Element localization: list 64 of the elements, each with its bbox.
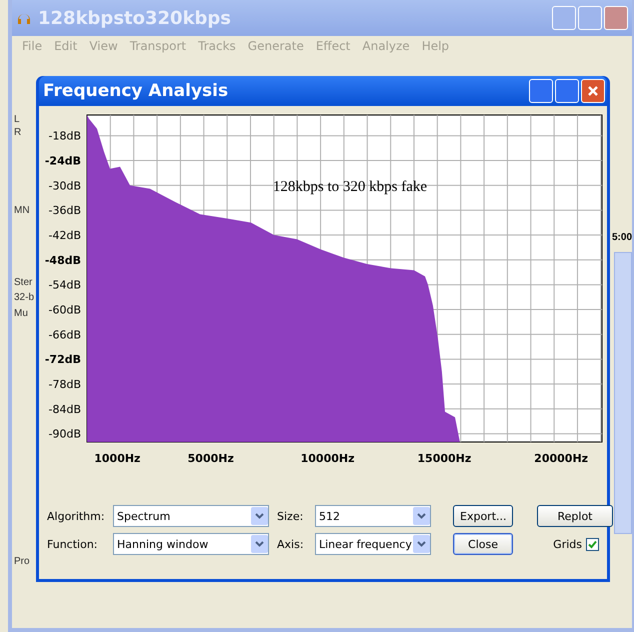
close-button[interactable] xyxy=(581,79,605,103)
caret-icon xyxy=(255,541,264,547)
maximize-button[interactable] xyxy=(578,6,602,30)
x-tick-label: 20000Hz xyxy=(534,452,588,465)
y-tick-label: -48dB xyxy=(44,254,81,267)
field-label: Algorithm: xyxy=(47,510,105,522)
y-tick-label: -54dB xyxy=(48,278,81,292)
minimize-button[interactable] xyxy=(529,79,553,103)
dropdown-field[interactable]: Hanning window xyxy=(113,533,269,555)
caret-icon xyxy=(417,541,426,547)
minimize-button[interactable] xyxy=(552,6,576,30)
close-button[interactable]: Close xyxy=(453,533,513,555)
grids-checkbox[interactable] xyxy=(586,538,599,550)
menu-item[interactable]: View xyxy=(83,39,124,53)
menu-item[interactable]: Analyze xyxy=(356,39,416,53)
menu-item[interactable]: Help xyxy=(416,39,456,53)
maximize-button[interactable] xyxy=(555,79,579,103)
export-button[interactable]: Export... xyxy=(453,505,513,527)
x-tick-label: 10000Hz xyxy=(300,452,354,465)
menu-item[interactable]: Tracks xyxy=(192,39,242,53)
field-label: Axis: xyxy=(277,538,305,550)
timeline-label: 5:00 xyxy=(612,232,632,244)
track-label: R xyxy=(14,127,22,139)
y-tick-label: -18dB xyxy=(48,130,81,143)
y-tick-label: -30dB xyxy=(48,179,81,192)
track-label: Mu xyxy=(14,308,28,320)
field-label: Size: xyxy=(277,510,304,522)
window-title: 128kbpsto320kbps xyxy=(38,8,232,28)
close-button[interactable] xyxy=(604,6,628,30)
menu-item[interactable]: Effect xyxy=(310,39,356,53)
dropdown-field[interactable]: 512 xyxy=(315,505,431,527)
track-label: MN xyxy=(14,205,30,217)
close-icon xyxy=(587,85,599,97)
y-tick-label: -66dB xyxy=(48,328,81,342)
track-label: Pro xyxy=(14,556,30,568)
field-label: Function: xyxy=(47,538,98,550)
dialog-title: Frequency Analysis xyxy=(43,81,228,101)
y-tick-label: -84dB xyxy=(48,402,81,416)
menu-item[interactable]: Generate xyxy=(242,39,310,53)
track-label: Ster xyxy=(14,277,32,289)
y-tick-label: -60dB xyxy=(48,304,81,317)
menu-item[interactable]: Transport xyxy=(124,39,192,53)
y-tick-label: -42dB xyxy=(48,229,81,242)
menu-item[interactable]: File xyxy=(16,39,48,53)
x-tick-label: 5000Hz xyxy=(188,452,234,465)
track-label: 32-b xyxy=(14,292,34,304)
y-tick-label: -90dB xyxy=(48,428,81,441)
caret-icon xyxy=(255,513,264,519)
menu-item[interactable]: Edit xyxy=(48,39,84,53)
x-tick-label: 15000Hz xyxy=(417,452,472,465)
x-tick-label: 1000Hz xyxy=(94,452,140,465)
y-tick-label: -72dB xyxy=(44,353,81,366)
track-label: L xyxy=(14,114,20,126)
replot-button[interactable]: Replot xyxy=(537,505,613,527)
scrollbar[interactable] xyxy=(614,252,632,534)
dropdown-field[interactable]: Linear frequency xyxy=(315,533,431,555)
caret-icon xyxy=(417,513,426,519)
chart-annotation: 128kbps to 320 kbps fake xyxy=(272,179,428,195)
checkbox-label: Grids xyxy=(553,538,582,550)
y-tick-label: -24dB xyxy=(44,154,81,168)
check-icon xyxy=(588,540,597,548)
y-tick-label: -36dB xyxy=(48,204,81,218)
dropdown-field[interactable]: Spectrum xyxy=(113,505,269,527)
y-tick-label: -78dB xyxy=(48,378,81,392)
